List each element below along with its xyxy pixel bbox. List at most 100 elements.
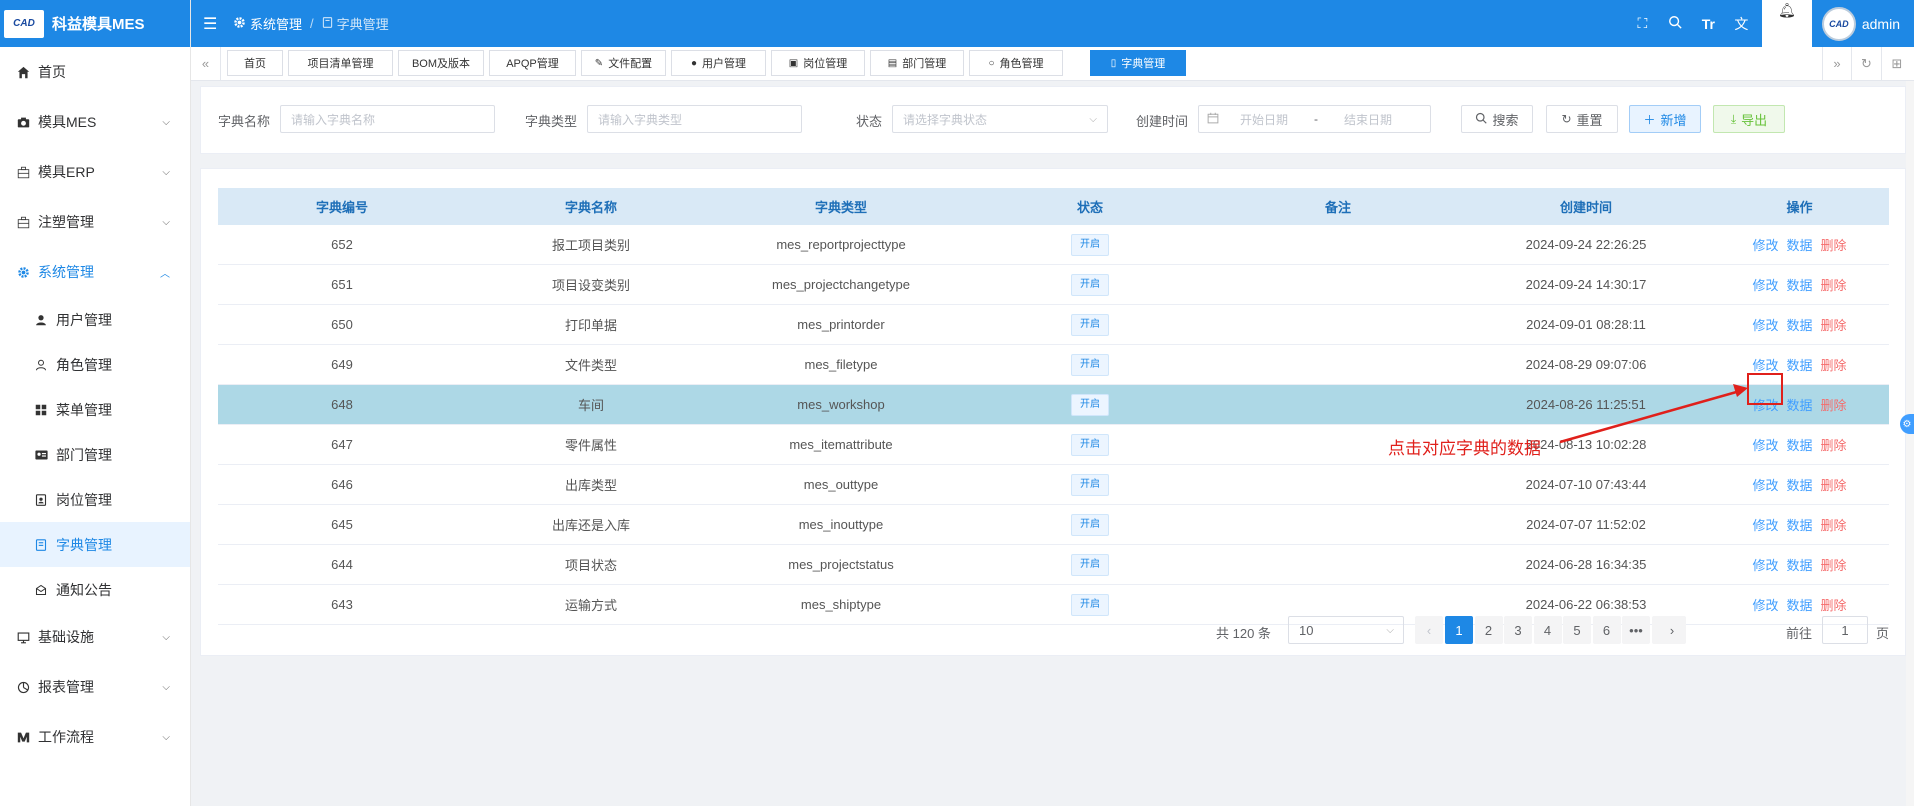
status-select[interactable]: 请选择字典状态 ⌵	[892, 105, 1108, 133]
more-pages-button[interactable]: •••	[1622, 616, 1650, 644]
settings-float-icon[interactable]: ⚙	[1900, 414, 1914, 434]
table-row[interactable]: 652 报工项目类别 mes_reportprojecttype 开启 2024-09-…	[218, 225, 1889, 265]
page-button[interactable]: 1	[1445, 616, 1473, 644]
edit-link[interactable]: 修改	[1752, 315, 1778, 334]
sidebar-item-infrastructure[interactable]: 基础设施 ⌵	[0, 612, 190, 662]
delete-link[interactable]: 删除	[1821, 315, 1847, 334]
tag-dictionary[interactable]: ▯ 字典管理	[1090, 50, 1186, 76]
sidebar-item-label: 报表管理	[38, 679, 94, 695]
sidebar-subitem-dictionary[interactable]: 字典管理	[0, 522, 190, 567]
data-link[interactable]: 数据	[1786, 435, 1812, 454]
data-link[interactable]: 数据	[1786, 515, 1812, 534]
search-icon[interactable]	[1659, 15, 1692, 32]
data-link[interactable]: 数据	[1786, 315, 1812, 334]
edit-link[interactable]: 修改	[1752, 515, 1778, 534]
tag-file-config[interactable]: ✎ 文件配置	[581, 50, 666, 76]
table-row[interactable]: 645 出库还是入库 mes_inouttype 开启 2024-07-07 11:52…	[218, 504, 1889, 545]
sidebar-subitem-departments[interactable]: 部门管理	[0, 432, 190, 477]
page-scrollbar[interactable]	[1906, 81, 1914, 806]
page-button[interactable]: 4	[1533, 616, 1562, 644]
delete-link[interactable]: 删除	[1821, 355, 1847, 374]
sidebar-item-erp[interactable]: 模具ERP ⌵	[0, 147, 190, 197]
tag-home[interactable]: 首页	[227, 50, 283, 76]
tag-apqp[interactable]: APQP管理	[489, 50, 576, 76]
sidebar-item-mes[interactable]: 模具MES ⌵	[0, 97, 190, 147]
tag-posts[interactable]: ▣ 岗位管理	[771, 50, 865, 76]
sidebar-item-workflow[interactable]: 工作流程 ⌵	[0, 712, 190, 762]
breadcrumb-item-system[interactable]: 系统管理	[250, 14, 302, 33]
tags-scroll-left-icon[interactable]: «	[191, 47, 221, 80]
edit-link[interactable]: 修改	[1752, 235, 1778, 254]
tag-users[interactable]: ● 用户管理	[671, 50, 766, 76]
table-row[interactable]: 644 项目状态 mes_projectstatus 开启 2024-06-28 16:…	[218, 544, 1889, 585]
sidebar-item-home[interactable]: 首页	[0, 47, 190, 97]
delete-link[interactable]: 删除	[1821, 275, 1847, 294]
delete-link[interactable]: 删除	[1821, 595, 1847, 614]
delete-link[interactable]: 删除	[1821, 475, 1847, 494]
page-button[interactable]: 2	[1474, 616, 1503, 644]
sidebar-item-system[interactable]: 系统管理 ︿	[0, 247, 190, 297]
table-row[interactable]: 649 文件类型 mes_filetype 开启 2024-08-29 09:07:06…	[218, 344, 1889, 385]
edit-link[interactable]: 修改	[1752, 435, 1778, 454]
tag-roles[interactable]: ○ 角色管理	[969, 50, 1063, 76]
sidebar-subitem-notices[interactable]: 通知公告	[0, 567, 190, 612]
delete-link[interactable]: 删除	[1821, 515, 1847, 534]
prev-page-button[interactable]: ‹	[1415, 616, 1443, 644]
page-button[interactable]: 5	[1563, 616, 1591, 644]
delete-link[interactable]: 删除	[1821, 235, 1847, 254]
refresh-icon[interactable]: ↻	[1852, 47, 1882, 80]
add-button[interactable]: ＋ 新增	[1629, 105, 1701, 133]
hamburger-icon[interactable]: ☰	[203, 14, 219, 34]
table-row[interactable]: 650 打印单据 mes_printorder 开启 2024-09-01 08:28:…	[218, 304, 1889, 345]
fullscreen-icon[interactable]: ⛶	[1626, 15, 1659, 32]
data-link[interactable]: 数据	[1786, 275, 1812, 294]
search-button[interactable]: 搜索	[1461, 105, 1533, 133]
bell-icon[interactable]: 🔔︎	[1761, 0, 1812, 47]
sidebar-item-reports[interactable]: 报表管理 ⌵	[0, 662, 190, 712]
edit-link[interactable]: 修改	[1752, 275, 1778, 294]
sidebar-subitem-roles[interactable]: 角色管理	[0, 342, 190, 387]
translate-icon[interactable]: 文	[1725, 14, 1758, 34]
delete-link[interactable]: 删除	[1821, 395, 1847, 414]
table-row[interactable]: 648 车间 mes_workshop 开启 2024-08-26 11:25:51 修改…	[218, 384, 1889, 425]
user-icon	[34, 313, 48, 327]
page-button[interactable]: 3	[1504, 616, 1532, 644]
tag-project-list[interactable]: 项目清单管理	[288, 50, 393, 76]
delete-link[interactable]: 删除	[1821, 435, 1847, 454]
sidebar-item-label: 通知公告	[56, 581, 112, 598]
delete-link[interactable]: 删除	[1821, 555, 1847, 574]
table-row[interactable]: 646 出库类型 mes_outtype 开启 2024-07-10 07:43:44 修…	[218, 464, 1889, 505]
header-dict-id: 字典编号	[218, 188, 466, 225]
reset-button[interactable]: ↻ 重置	[1546, 105, 1618, 133]
goto-page-input[interactable]: 1	[1822, 616, 1868, 644]
sidebar-subitem-menus[interactable]: 菜单管理	[0, 387, 190, 432]
date-range-picker[interactable]: 开始日期 - 结束日期	[1198, 105, 1431, 133]
sidebar-item-injection[interactable]: 注塑管理 ⌵	[0, 197, 190, 247]
data-link[interactable]: 数据	[1786, 235, 1812, 254]
table-row[interactable]: 647 零件属性 mes_itemattribute 开启 2024-08-13 10:…	[218, 424, 1889, 465]
table-row[interactable]: 651 项目设变类别 mes_projectchangetype 开启 2024-09-…	[218, 264, 1889, 305]
tag-departments[interactable]: ▤ 部门管理	[870, 50, 964, 76]
export-button[interactable]: ⤓ 导出	[1713, 105, 1785, 133]
edit-link[interactable]: 修改	[1752, 555, 1778, 574]
data-link[interactable]: 数据	[1786, 395, 1812, 414]
sidebar-subitem-posts[interactable]: 岗位管理	[0, 477, 190, 522]
sidebar-subitem-users[interactable]: 用户管理	[0, 297, 190, 342]
data-link[interactable]: 数据	[1786, 555, 1812, 574]
dict-name-input[interactable]: 请输入字典名称	[280, 105, 495, 133]
user-menu[interactable]: CAD admin	[1812, 0, 1914, 47]
next-page-button[interactable]: ›	[1658, 616, 1686, 644]
data-link[interactable]: 数据	[1786, 475, 1812, 494]
edit-link[interactable]: 修改	[1752, 595, 1778, 614]
data-link[interactable]: 数据	[1786, 595, 1812, 614]
data-link[interactable]: 数据	[1786, 355, 1812, 374]
tag-bom[interactable]: BOM及版本	[398, 50, 484, 76]
font-size-icon[interactable]: Tr	[1692, 16, 1725, 32]
page-size-select[interactable]: 10 ⌵	[1288, 616, 1404, 644]
dict-type-input[interactable]: 请输入字典类型	[587, 105, 802, 133]
edit-link[interactable]: 修改	[1752, 355, 1778, 374]
tags-scroll-right-icon[interactable]: »	[1822, 47, 1852, 80]
edit-link[interactable]: 修改	[1752, 475, 1778, 494]
page-button[interactable]: 6	[1592, 616, 1621, 644]
grid-icon[interactable]: ⊞	[1882, 47, 1912, 80]
